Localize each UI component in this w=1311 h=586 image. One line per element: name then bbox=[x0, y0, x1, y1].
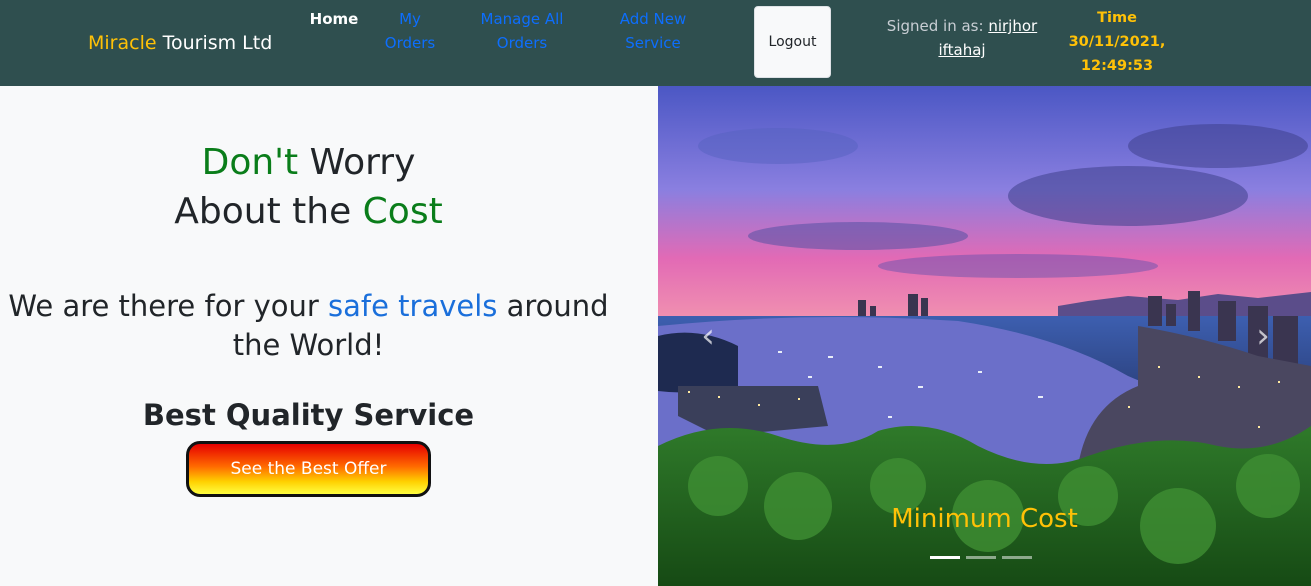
chevron-right-icon[interactable]: › bbox=[1243, 316, 1283, 356]
indicator-2[interactable] bbox=[966, 556, 996, 559]
logout-button[interactable]: Logout bbox=[754, 6, 831, 78]
hero-section: Don't Worry About the Cost We are there … bbox=[0, 86, 658, 586]
hero-title-dont: Don't bbox=[201, 142, 299, 183]
hero-title: Don't Worry About the Cost bbox=[0, 138, 617, 236]
hero-title-cost: Cost bbox=[362, 191, 443, 232]
brand-accent: Miracle bbox=[88, 32, 157, 54]
nav-add-service-link[interactable]: Add New Service bbox=[608, 7, 698, 55]
clock: Time 30/11/2021, 12:49:53 bbox=[1062, 6, 1172, 78]
nav-home-link[interactable]: Home bbox=[307, 7, 361, 31]
chevron-left-icon[interactable]: ‹ bbox=[688, 316, 728, 356]
nav-my-orders-link[interactable]: My Orders bbox=[380, 7, 440, 55]
hero-subtitle-start: We are there for your bbox=[8, 289, 329, 323]
brand-logo[interactable]: Miracle Tourism Ltd bbox=[88, 31, 272, 55]
nav-manage-orders-link[interactable]: Manage All Orders bbox=[470, 7, 574, 55]
hero-title-worry: Worry bbox=[298, 142, 416, 183]
hero-subtitle: We are there for your safe travels aroun… bbox=[0, 287, 617, 365]
image-carousel[interactable]: ‹ › Minimum Cost bbox=[658, 86, 1311, 586]
carousel-indicators bbox=[930, 556, 1032, 559]
signed-in-label: Signed in as: bbox=[886, 17, 989, 35]
slide-caption: Minimum Cost bbox=[891, 504, 1078, 534]
time-label: Time bbox=[1097, 10, 1137, 26]
hero-title-about: About the bbox=[174, 191, 363, 232]
brand-name: Tourism Ltd bbox=[156, 32, 273, 54]
hero-subtitle-highlight: safe travels bbox=[328, 289, 498, 323]
indicator-3[interactable] bbox=[1002, 556, 1032, 559]
time-value: 30/11/2021, 12:49:53 bbox=[1068, 34, 1166, 74]
quality-heading: Best Quality Service bbox=[142, 398, 475, 432]
indicator-1[interactable] bbox=[930, 556, 960, 559]
best-offer-button[interactable]: See the Best Offer bbox=[186, 441, 431, 497]
top-navbar: Miracle Tourism Ltd Home My Orders Manag… bbox=[0, 0, 1311, 86]
signed-in-info: Signed in as: nirjhor iftahaj bbox=[886, 14, 1038, 62]
